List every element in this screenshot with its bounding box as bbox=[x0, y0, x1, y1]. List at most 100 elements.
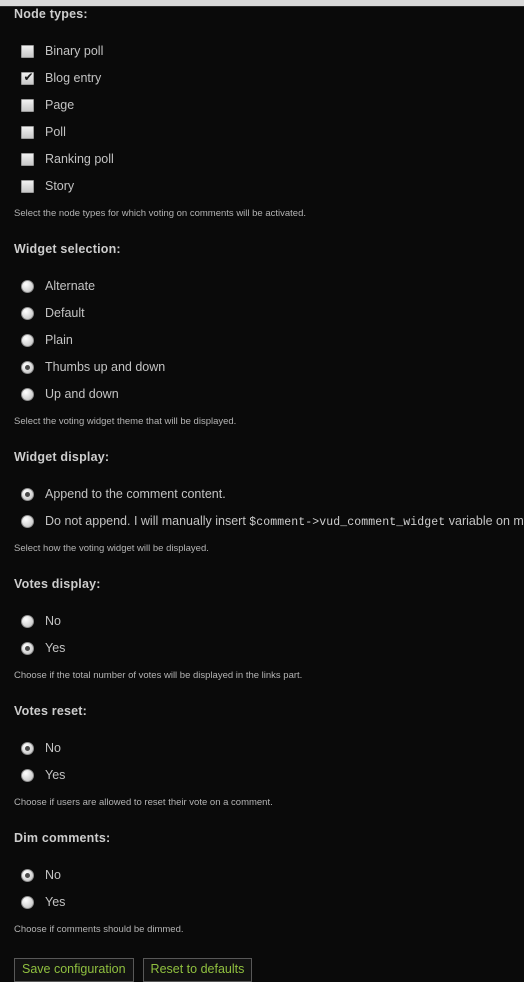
option-row[interactable]: Append to the comment content. bbox=[14, 481, 510, 508]
radio-input[interactable] bbox=[21, 869, 34, 882]
option-label[interactable]: Up and down bbox=[45, 387, 119, 402]
checkbox-input[interactable]: ✔ bbox=[21, 99, 34, 112]
section-title: Node types: bbox=[14, 7, 88, 21]
option-label[interactable]: Story bbox=[45, 179, 74, 194]
option-row[interactable]: ✔ Story bbox=[14, 173, 510, 200]
option-label[interactable]: Yes bbox=[45, 895, 65, 910]
checkbox-input[interactable]: ✔ bbox=[21, 153, 34, 166]
option-label[interactable]: Blog entry bbox=[45, 71, 101, 86]
option-label[interactable]: Thumbs up and down bbox=[45, 360, 165, 375]
option-row[interactable]: Yes bbox=[14, 635, 510, 662]
option-row[interactable]: Up and down bbox=[14, 381, 510, 408]
section-description: Choose if users are allowed to reset the… bbox=[14, 797, 273, 808]
voting-settings-form: Node types:✔Binary poll✔Blog entry✔Page✔… bbox=[0, 7, 524, 958]
theme-variable-code: $comment->vud_comment_widget bbox=[249, 515, 446, 529]
radio-input[interactable] bbox=[21, 388, 34, 401]
option-label[interactable]: Ranking poll bbox=[45, 152, 114, 167]
option-row[interactable]: ✔ Blog entry bbox=[14, 65, 510, 92]
option-row[interactable]: ✔ Page bbox=[14, 92, 510, 119]
section-title: Widget selection: bbox=[14, 242, 121, 256]
radio-input[interactable] bbox=[21, 334, 34, 347]
section-description: Select the node types for which voting o… bbox=[14, 208, 307, 219]
option-label[interactable]: Yes bbox=[45, 768, 65, 783]
save-configuration-button[interactable]: Save configuration bbox=[14, 958, 134, 982]
checkbox-input[interactable]: ✔ bbox=[21, 70, 34, 85]
option-row[interactable]: ✔ Poll bbox=[14, 119, 510, 146]
option-row[interactable]: No bbox=[14, 608, 510, 635]
option-label[interactable]: Page bbox=[45, 98, 74, 113]
radio-input[interactable] bbox=[21, 642, 34, 655]
option-label[interactable]: Plain bbox=[45, 333, 73, 348]
form-section: Widget selection: Alternate Default Plain Th… bbox=[0, 242, 524, 450]
checkbox-input[interactable]: ✔ bbox=[21, 180, 34, 193]
option-row[interactable]: Do not append. I will manually insert $c… bbox=[14, 508, 524, 535]
option-row[interactable]: Yes bbox=[14, 889, 510, 916]
radio-input[interactable] bbox=[21, 769, 34, 782]
option-label[interactable]: Default bbox=[45, 306, 85, 321]
section-title: Widget display: bbox=[14, 450, 110, 464]
checkbox-input[interactable]: ✔ bbox=[21, 126, 34, 139]
option-row[interactable]: Default bbox=[14, 300, 510, 327]
option-row[interactable]: Yes bbox=[14, 762, 510, 789]
option-label[interactable]: Poll bbox=[45, 125, 66, 140]
radio-dot-icon bbox=[25, 646, 30, 651]
form-section: Node types:✔Binary poll✔Blog entry✔Page✔… bbox=[0, 7, 524, 242]
form-section: Votes reset: No Yes Choose if users are all… bbox=[0, 704, 524, 831]
checkmark-icon: ✔ bbox=[23, 70, 34, 84]
reset-to-defaults-button[interactable]: Reset to defaults bbox=[142, 958, 253, 982]
radio-input[interactable] bbox=[21, 307, 34, 320]
option-row[interactable]: ✔ Binary poll bbox=[14, 38, 510, 65]
option-row[interactable]: No bbox=[14, 735, 510, 762]
radio-input[interactable] bbox=[21, 896, 34, 909]
option-label[interactable]: Yes bbox=[45, 641, 65, 656]
option-label[interactable]: Binary poll bbox=[45, 44, 103, 59]
form-section: Widget display: Append to the comment con… bbox=[0, 450, 524, 577]
option-row[interactable]: Plain bbox=[14, 327, 510, 354]
section-description: Select the voting widget theme that will… bbox=[14, 416, 237, 427]
option-row[interactable]: ✔ Ranking poll bbox=[14, 146, 510, 173]
option-label[interactable]: Do not append. I will manually insert $c… bbox=[45, 514, 524, 530]
options-list: ✔ Binary poll ✔ Blog entry ✔ Page ✔ Poll ✔ Rankin… bbox=[14, 38, 510, 200]
section-description: Select how the voting widget will be dis… bbox=[14, 543, 209, 554]
checkbox-input[interactable]: ✔ bbox=[21, 45, 34, 58]
radio-input[interactable] bbox=[21, 488, 34, 501]
option-row[interactable]: Thumbs up and down bbox=[14, 354, 510, 381]
form-actions: Save configuration Reset to defaults bbox=[0, 958, 524, 982]
option-label[interactable]: Alternate bbox=[45, 279, 95, 294]
option-label[interactable]: No bbox=[45, 614, 61, 629]
top-status-bar bbox=[0, 0, 524, 7]
options-list: No Yes bbox=[14, 608, 510, 662]
option-label-text-before: Do not append. I will manually insert bbox=[45, 513, 250, 528]
radio-input[interactable] bbox=[21, 615, 34, 628]
option-row[interactable]: No bbox=[14, 862, 510, 889]
radio-input[interactable] bbox=[21, 515, 34, 528]
radio-input[interactable] bbox=[21, 361, 34, 374]
radio-input[interactable] bbox=[21, 742, 34, 755]
radio-input[interactable] bbox=[21, 280, 34, 293]
option-label[interactable]: Append to the comment content. bbox=[45, 487, 226, 502]
form-section: Votes display: No Yes Choose if the total n… bbox=[0, 577, 524, 704]
option-label[interactable]: No bbox=[45, 741, 61, 756]
option-label[interactable]: No bbox=[45, 868, 61, 883]
form-section: Dim comments: No Yes Choose if comments sho… bbox=[0, 831, 524, 958]
section-description: Choose if the total number of votes will… bbox=[14, 670, 303, 681]
option-row[interactable]: Alternate bbox=[14, 273, 510, 300]
section-title: Votes display: bbox=[14, 577, 101, 591]
